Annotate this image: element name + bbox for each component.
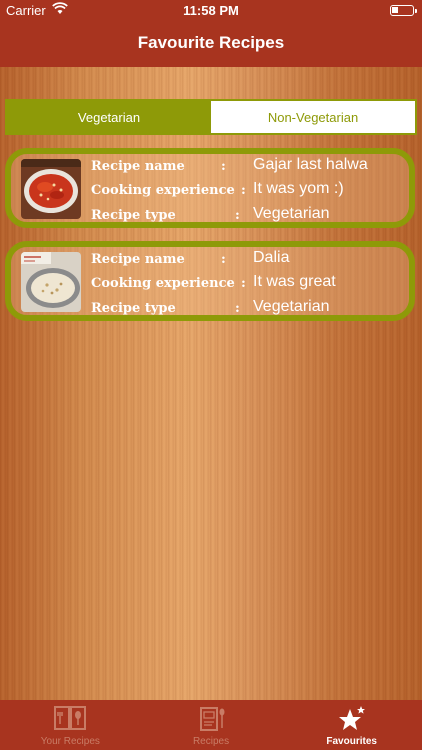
recipe-name-value: Gajar last halwa — [253, 156, 368, 173]
recipe-type-label: Recipe type — [91, 301, 176, 316]
tab-your-recipes[interactable]: Your Recipes — [0, 700, 141, 750]
carrot-halwa-photo — [21, 159, 81, 219]
segment-vegetarian[interactable]: Vegetarian — [7, 101, 211, 133]
colon: : — [241, 276, 246, 291]
recipe-book-icon — [200, 707, 225, 731]
dalia-porridge-photo — [21, 252, 81, 312]
tab-label: Favourites — [326, 736, 377, 747]
recipe-type-value: Vegetarian — [253, 298, 330, 315]
recipe-card[interactable]: Recipe name : Dalia Cooking experience :… — [5, 241, 415, 321]
clock: 11:58 PM — [183, 3, 239, 18]
colon: : — [235, 301, 240, 316]
recipe-type-label: Recipe type — [91, 208, 176, 223]
tab-recipes[interactable]: Recipes — [141, 700, 282, 750]
tab-favourites[interactable]: Favourites — [281, 700, 422, 750]
segment-non-vegetarian[interactable]: Non-Vegetarian — [211, 101, 415, 133]
recipe-name-label: Recipe name — [91, 252, 185, 267]
stars-icon — [338, 706, 365, 730]
cooking-experience-value: It was great — [253, 273, 336, 290]
book-spoon-icon — [54, 706, 87, 730]
cooking-experience-label: Cooking experience — [91, 276, 235, 291]
tab-label: Recipes — [192, 736, 230, 747]
page-title: Favourite Recipes — [137, 33, 285, 52]
colon: : — [221, 159, 226, 174]
recipe-name-label: Recipe name — [91, 159, 185, 174]
tab-label: Your Recipes — [40, 736, 100, 747]
tab-bar: Your Recipes Recipes Favourites — [0, 700, 422, 750]
recipe-name-value: Dalia — [253, 249, 290, 266]
colon: : — [221, 252, 226, 267]
colon: : — [241, 183, 246, 198]
cooking-experience-value: It was yom :) — [253, 180, 344, 197]
recipe-card[interactable]: Recipe name : Gajar last halwa Cooking e… — [5, 148, 415, 228]
status-bar: Carrier 11:58 PM — [0, 0, 422, 22]
cooking-experience-label: Cooking experience — [91, 183, 235, 198]
colon: : — [235, 208, 240, 223]
recipe-type-value: Vegetarian — [253, 205, 330, 222]
navigation-bar: Carrier 11:58 PM Favourite Recipes — [0, 0, 422, 67]
category-segmented-control: Vegetarian Non-Vegetarian — [5, 99, 417, 135]
battery-icon — [390, 5, 417, 16]
